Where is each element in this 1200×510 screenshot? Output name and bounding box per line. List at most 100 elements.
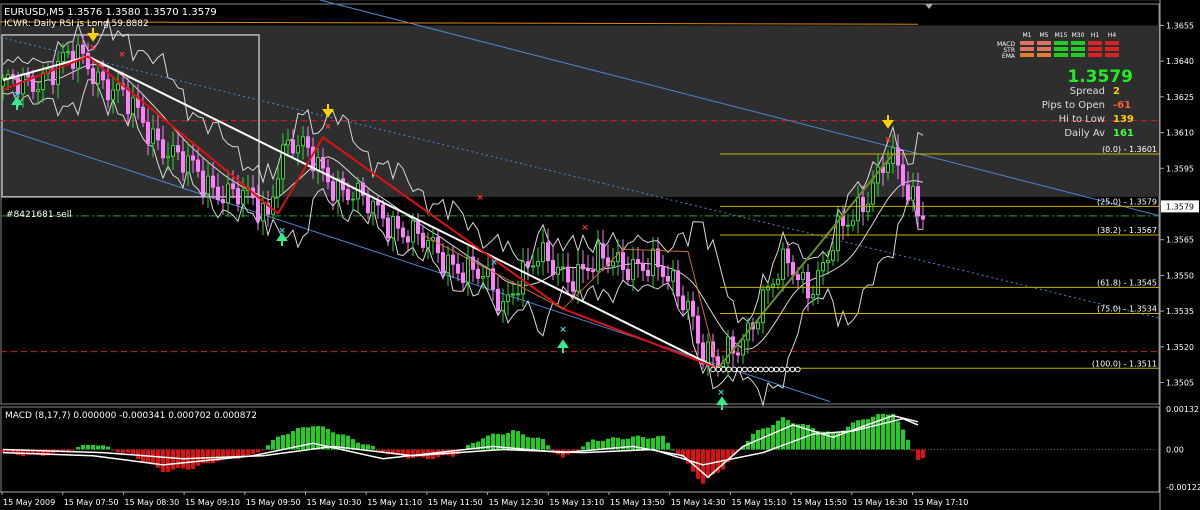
macd-bar: [161, 449, 165, 473]
candle-body: [516, 293, 520, 296]
candle-body: [336, 178, 340, 201]
candle-body: [321, 156, 325, 169]
fib-dot: [784, 366, 791, 373]
candle-body: [146, 121, 150, 144]
indicator-cell: [1054, 41, 1068, 45]
candle-body: [371, 200, 375, 214]
fib-level-label: (38.2) - 1.3567: [1097, 226, 1157, 235]
macd-bar: [406, 449, 410, 459]
fib-level-label: (75.0) - 1.3534: [1097, 305, 1157, 314]
fib-dot: [768, 366, 775, 373]
timeframe-label: M5: [1040, 32, 1049, 39]
candle-body: [801, 271, 805, 281]
time-tick-label: 15 May 12:30: [489, 498, 544, 507]
candle-body: [131, 97, 135, 115]
macd-bar: [886, 414, 890, 450]
macd-tick-label: -0.00122: [1166, 483, 1200, 492]
candle-body: [81, 44, 85, 54]
candle-body: [261, 202, 265, 222]
candle-body: [111, 89, 115, 101]
time-tick-label: 15 May 15:10: [731, 498, 786, 507]
candle-body: [331, 181, 335, 201]
timeframe-label: M30: [1072, 32, 1085, 39]
trading-chart[interactable]: (0.0) - 1.3601 (25.0) - 1.3579 (38.2) - 1.…: [0, 0, 1200, 510]
stat-value: -61: [1113, 100, 1131, 111]
indicator-cell: [1105, 53, 1119, 57]
indicator-row-label: EMA: [1002, 53, 1016, 60]
candle-body: [551, 260, 555, 275]
price-tick-label: 1.3610: [1166, 129, 1194, 138]
macd-bar: [226, 449, 230, 457]
fib-dot: [720, 366, 727, 373]
candle-body: [591, 269, 595, 272]
candle-body: [826, 259, 830, 264]
macd-bar: [676, 449, 680, 454]
candle-body: [576, 264, 580, 292]
candle-body: [906, 184, 910, 201]
macd-bar: [511, 430, 515, 450]
fib-dot: [736, 366, 743, 373]
macd-bar: [281, 434, 285, 450]
candle-body: [621, 252, 625, 271]
candle-body: [386, 217, 390, 239]
macd-bar: [626, 438, 630, 450]
macd-bar: [286, 434, 290, 450]
timeframe-label: M1: [1023, 32, 1032, 39]
candle-body: [381, 204, 385, 219]
candle-body: [346, 189, 350, 201]
fib-dot: [715, 366, 722, 373]
time-tick-label: 15 May 15:50: [792, 498, 847, 507]
macd-bar: [826, 431, 830, 450]
sell-cross-icon: ×: [581, 223, 589, 233]
fib-dot: [747, 366, 753, 373]
macd-bar: [121, 449, 125, 453]
candle-body: [166, 155, 170, 159]
macd-bar: [791, 423, 795, 450]
order-label[interactable]: #8421681 sell: [6, 210, 72, 220]
candle-body: [871, 182, 875, 205]
candle-body: [911, 186, 915, 201]
macd-bar: [131, 449, 135, 455]
candle-body: [766, 285, 770, 291]
macd-bar: [901, 429, 905, 450]
candle-body: [101, 71, 105, 81]
candle-body: [636, 259, 640, 264]
macd-bar: [666, 442, 670, 450]
candle-body: [151, 128, 155, 144]
macd-bar: [776, 420, 780, 450]
macd-bar: [671, 449, 675, 451]
candle-body: [806, 271, 810, 299]
time-tick-label: 15 May 07:50: [64, 498, 119, 507]
macd-bar: [766, 427, 770, 450]
candle-body: [301, 136, 305, 147]
candle-body: [211, 175, 215, 188]
candle-body: [286, 139, 290, 146]
candle-body: [761, 289, 765, 324]
candle-body: [671, 270, 675, 282]
macd-bar: [561, 449, 565, 458]
candle-body: [391, 216, 395, 239]
candle-body: [646, 269, 650, 276]
macd-bar: [96, 445, 100, 450]
price-tick-label: 1.3625: [1166, 93, 1194, 102]
candle-body: [106, 79, 110, 101]
fib-dot: [752, 366, 759, 373]
candle-body: [221, 199, 225, 204]
fib-level-label: (61.8) - 1.3545: [1097, 278, 1157, 287]
macd-bar: [796, 424, 800, 450]
indicator-cell: [1105, 47, 1119, 51]
indicator-cell: [1071, 41, 1085, 45]
macd-bar: [256, 449, 260, 453]
candle-body: [816, 270, 820, 295]
candle-body: [916, 186, 920, 217]
macd-bar: [116, 449, 120, 453]
macd-bar: [906, 439, 910, 450]
candle-body: [91, 68, 95, 84]
macd-bar: [911, 449, 915, 451]
indicator-cell: [1088, 47, 1102, 51]
stat-label: Hi to Low: [1059, 114, 1105, 125]
candle-body: [821, 262, 825, 272]
indicator-cell: [1071, 53, 1085, 57]
time-tick-label: 15 May 2009: [3, 498, 55, 507]
candle-body: [531, 265, 535, 268]
